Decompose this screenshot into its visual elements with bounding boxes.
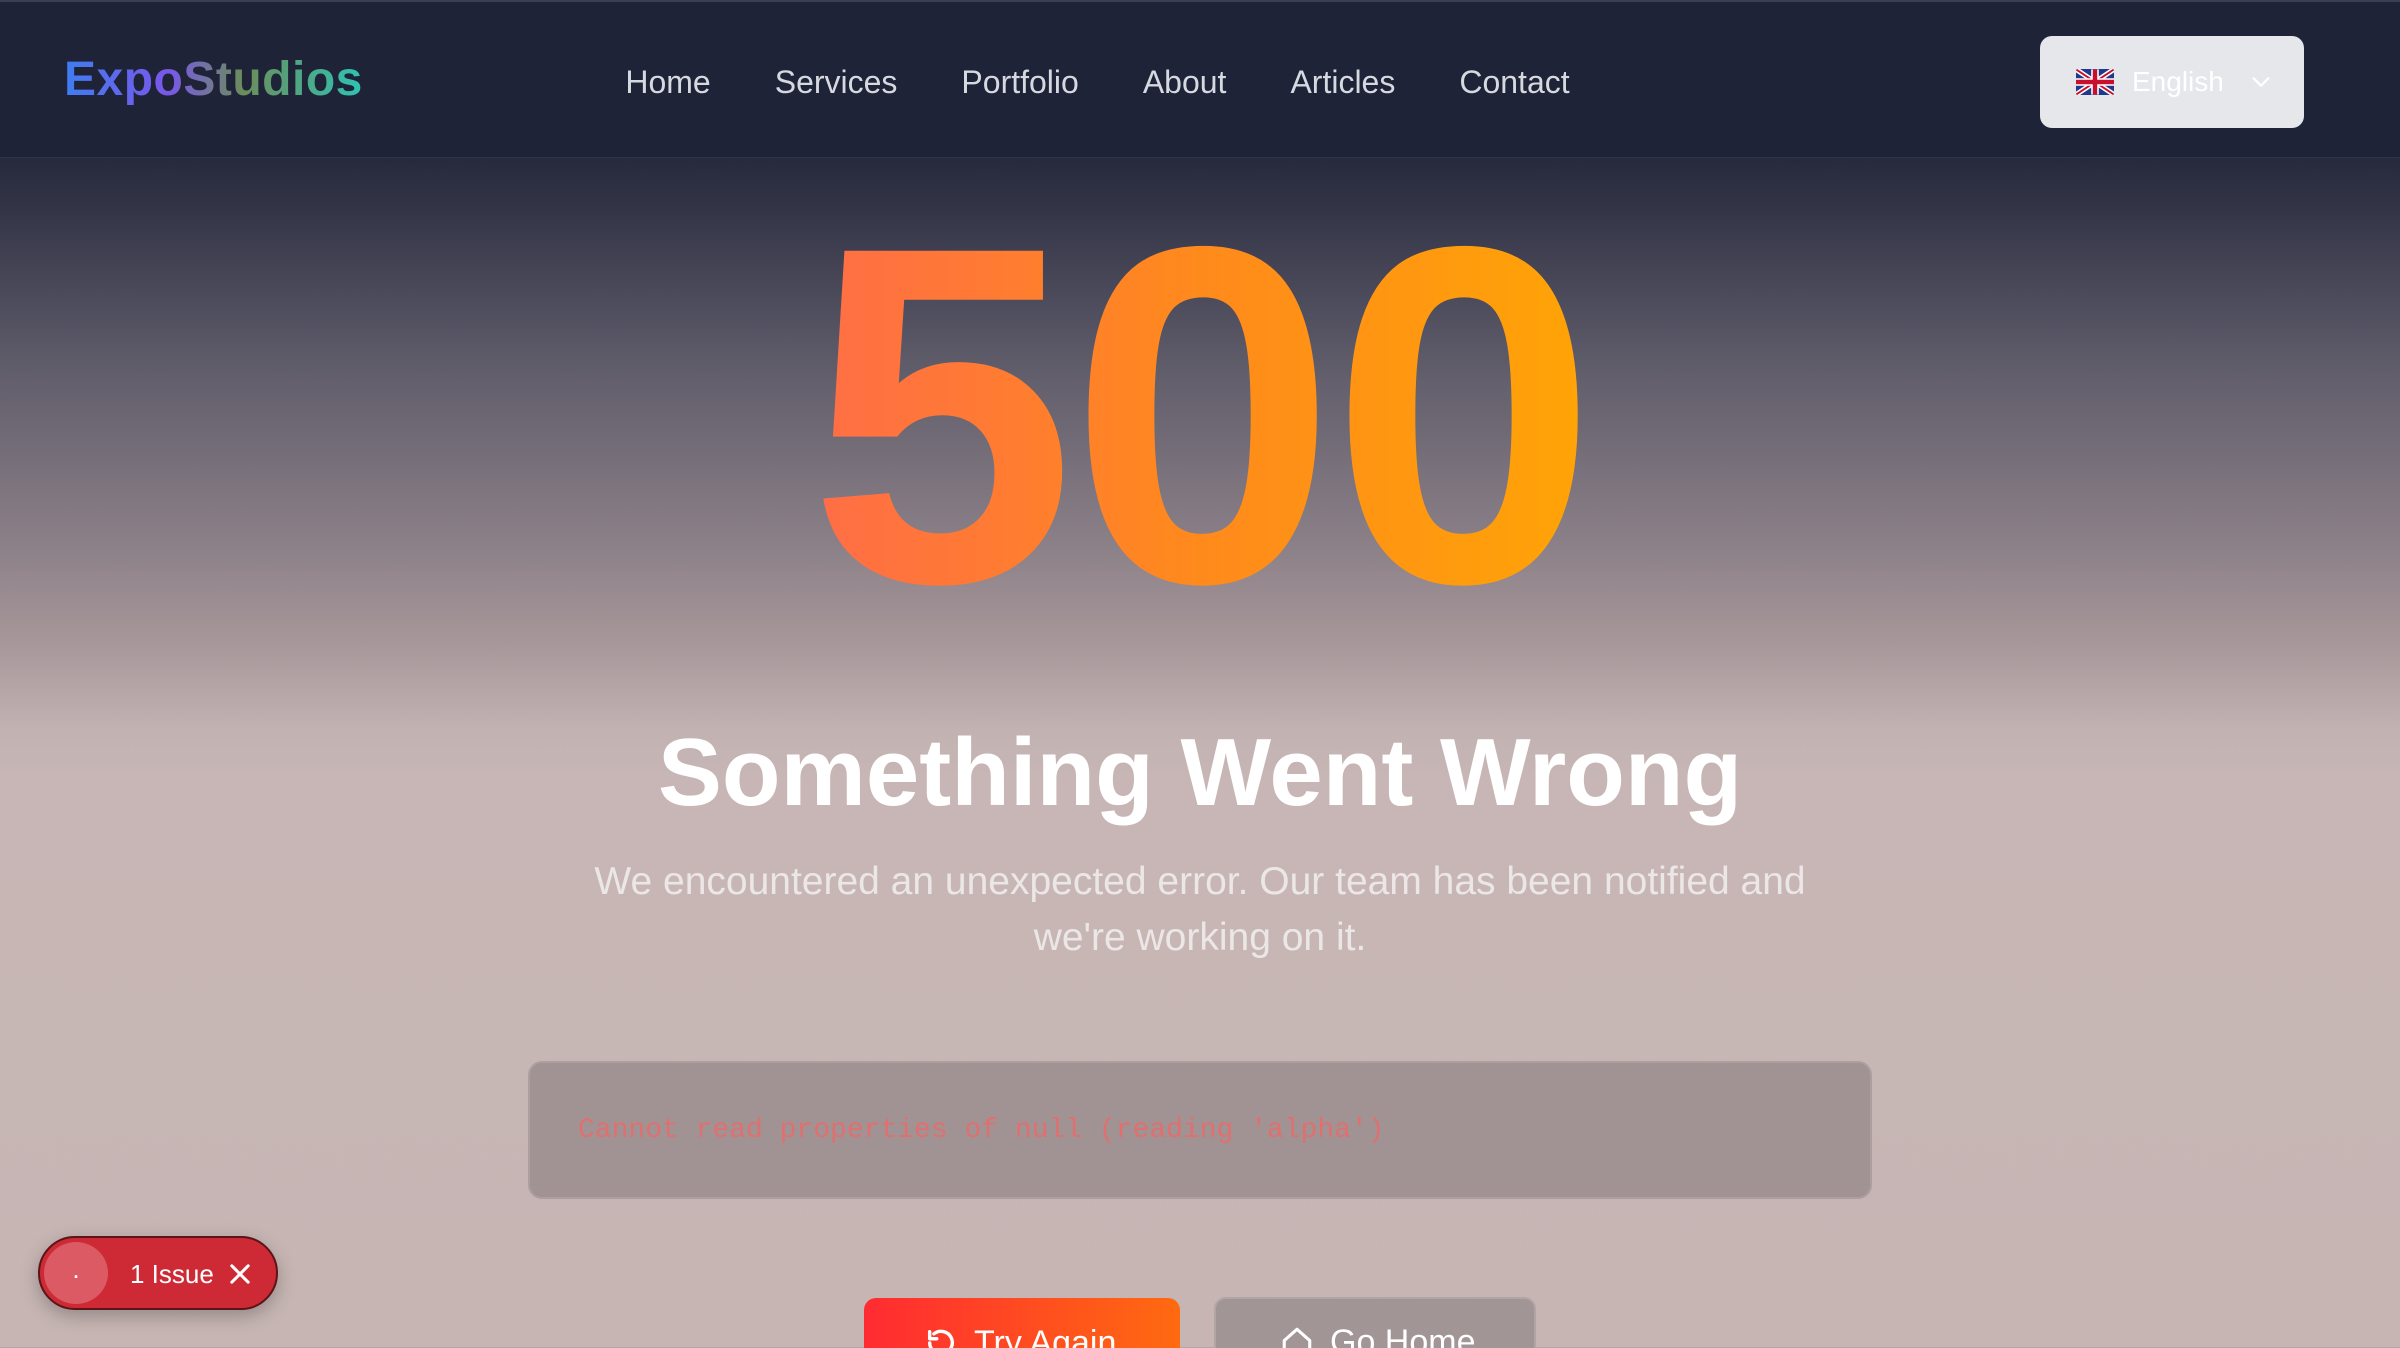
error-message: Cannot read properties of null (reading …: [578, 1114, 1385, 1146]
error-description-line-1: We encountered an unexpected error. Our …: [594, 860, 1806, 903]
go-home-button[interactable]: Go Home: [1214, 1297, 1536, 1348]
close-icon[interactable]: [226, 1260, 254, 1288]
uk-flag-icon: [2076, 69, 2114, 95]
nav-about[interactable]: About: [1143, 58, 1227, 106]
nav-home[interactable]: Home: [625, 58, 710, 106]
nav-services[interactable]: Services: [775, 58, 898, 106]
home-icon: [1282, 1327, 1312, 1348]
error-description: We encountered an unexpected error. Our …: [560, 854, 1840, 966]
logo[interactable]: ExpoStudios: [64, 52, 363, 107]
error-code-text: 500: [808, 146, 1598, 683]
nav-articles[interactable]: Articles: [1290, 58, 1395, 106]
nav-contact[interactable]: Contact: [1459, 58, 1569, 106]
try-again-button[interactable]: Try Again: [864, 1298, 1180, 1348]
page-title: Something Went Wrong: [657, 719, 1743, 826]
error-description-line-2: we're working on it.: [1033, 916, 1367, 959]
try-again-label: Try Again: [974, 1323, 1117, 1348]
chevron-down-icon: [2252, 77, 2270, 87]
issue-indicator: .: [44, 1242, 108, 1304]
issues-badge[interactable]: . 1 Issue: [38, 1236, 278, 1310]
error-code: 500: [0, 175, 2400, 655]
language-label: English: [2132, 66, 2224, 97]
language-selector[interactable]: English: [2040, 36, 2304, 128]
issue-count: 1 Issue: [130, 1259, 214, 1289]
error-details-box: Cannot read properties of null (reading …: [528, 1061, 1872, 1199]
site-header: ExpoStudios Home Services Portfolio Abou…: [0, 0, 2400, 158]
go-home-label: Go Home: [1330, 1322, 1476, 1348]
refresh-icon: [927, 1329, 955, 1348]
nav-portfolio[interactable]: Portfolio: [961, 58, 1078, 106]
